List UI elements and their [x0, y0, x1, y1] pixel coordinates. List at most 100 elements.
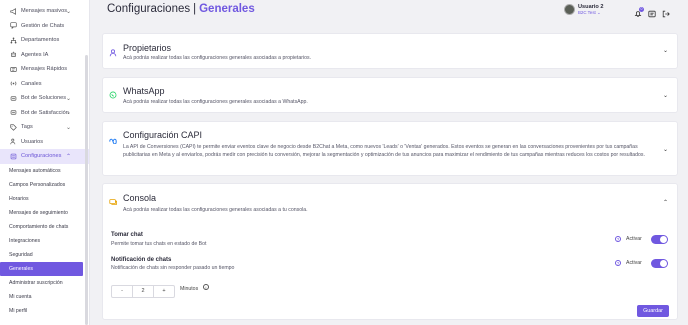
sidebar-item-label: Bot de Soluciones: [21, 95, 67, 102]
increment-button[interactable]: +: [154, 286, 174, 297]
sidebar-scrollbar[interactable]: [85, 55, 88, 325]
avatar: [564, 4, 575, 15]
robot-icon: [9, 51, 17, 59]
card-description: Acá podrás realizar todas las configurac…: [123, 99, 308, 105]
toggle-label: Activar: [626, 260, 642, 266]
card-consola: Consola Acá podrás realizar todas las co…: [102, 183, 678, 320]
setting-desc-notificacion: Notificación de chats sin responder pasa…: [111, 265, 235, 271]
bell-icon[interactable]: 0: [634, 7, 644, 18]
sidebar-subitem[interactable]: Seguridad: [0, 248, 89, 262]
header-icons: 0: [634, 5, 670, 23]
chevron-down-icon[interactable]: ⌄: [663, 47, 668, 54]
sidebar-item-bot-soluciones[interactable]: Bot de Soluciones ⌄: [0, 91, 89, 106]
page-title: Configuraciones | Generales: [107, 3, 255, 15]
user-org-label: B2C Test: [578, 10, 596, 15]
sidebar-subitem[interactable]: Mi cuenta: [0, 290, 89, 304]
help-icon[interactable]: ?: [615, 260, 621, 266]
setting-desc-tomar-chat: Permite tomar tus chats en estado de Bot: [111, 241, 207, 247]
sidebar-item-label: Agentes IA: [21, 51, 49, 58]
page-title-sub: Generales: [199, 3, 255, 15]
chevron-down-icon: ⌄: [65, 95, 71, 102]
console-icon: [109, 193, 117, 205]
help-icon[interactable]: ?: [615, 236, 621, 242]
sidebar-item-label: Canales: [21, 80, 42, 87]
chevron-up-icon: ⌃: [65, 153, 71, 160]
decrement-button[interactable]: -: [112, 286, 132, 297]
settings-icon: [9, 152, 17, 160]
card-propietarios[interactable]: Propietarios Acá podrás realizar todas l…: [102, 33, 678, 69]
sidebar-subitem[interactable]: Comportamiento de chats: [0, 220, 89, 234]
sidebar-subitem[interactable]: Administrar suscripción: [0, 276, 89, 290]
sidebar-subitem[interactable]: Mi perfil: [0, 304, 89, 318]
sidebar-item-label: Usuarios: [21, 138, 44, 145]
header: Configuraciones | Generales Usuario 2 B2C …: [90, 0, 688, 23]
megaphone-icon: [9, 7, 17, 15]
card-description: Acá podrás realizar todas las configurac…: [123, 55, 312, 61]
chevron-up-icon[interactable]: ⌃: [663, 199, 668, 206]
sidebar-subitem[interactable]: Mensajes de seguimiento: [0, 206, 89, 220]
card-whatsapp[interactable]: WhatsApp Acá podrás realizar todas las c…: [102, 77, 678, 113]
message-icon: [9, 65, 17, 73]
sidebar-item-agentes-ia[interactable]: Agentes IA: [0, 48, 89, 63]
inbox-icon[interactable]: [648, 5, 656, 23]
minutes-label: Minutos: [180, 286, 199, 292]
card-capi[interactable]: Configuración CAPI La API de Conversione…: [102, 121, 678, 176]
sidebar: Mensajes masivos ⌄ Gestión de Chats Depa…: [0, 0, 90, 325]
logout-icon[interactable]: [662, 5, 670, 23]
sidebar-item-mensajes-rapidos[interactable]: Mensajes Rápidos: [0, 62, 89, 77]
sidebar-subitem[interactable]: Mensajes automáticos: [0, 164, 89, 178]
setting-title-notificacion: Notificación de chats: [111, 257, 172, 263]
bot-icon: [9, 94, 17, 102]
sidebar-item-configuraciones[interactable]: Configuraciones ⌃: [0, 149, 89, 164]
sidebar-item-usuarios[interactable]: Usuarios: [0, 135, 89, 150]
chat-icon: [9, 22, 17, 30]
card-description: La API de Conversiones (CAPI) te permite…: [123, 144, 645, 158]
sidebar-item-canales[interactable]: Canales: [0, 77, 89, 92]
card-title: Consola: [123, 193, 157, 203]
sidebar-item-gestion-chats[interactable]: Gestión de Chats: [0, 19, 89, 34]
setting-title-tomar-chat: Tomar chat: [111, 232, 143, 238]
sidebar-item-label: Bot de Satisfacción: [21, 109, 69, 116]
bot-icon: [9, 109, 17, 117]
sidebar-item-label: Configuraciones: [21, 153, 62, 160]
sidebar-item-bot-satisfaccion[interactable]: Bot de Satisfacción ⌄: [0, 106, 89, 121]
minutes-stepper: - 2 +: [111, 285, 175, 298]
sidebar-item-mensajes-masivos[interactable]: Mensajes masivos ⌄: [0, 4, 89, 19]
info-icon[interactable]: i: [203, 284, 209, 290]
save-button[interactable]: Guardar: [637, 305, 669, 317]
toggle-tomar-chat[interactable]: [651, 235, 668, 244]
card-title: Configuración CAPI: [123, 130, 203, 140]
meta-icon: [109, 131, 117, 145]
user-icon: [109, 44, 117, 57]
broadcast-icon: [9, 80, 17, 88]
sidebar-item-label: Tags: [21, 124, 33, 131]
sidebar-item-label: Departamentos: [21, 37, 60, 44]
chevron-down-icon: ⌄: [65, 8, 71, 15]
card-description: Acá podrás realizar todas las configurac…: [123, 207, 308, 213]
sidebar-item-label: Gestión de Chats: [21, 22, 65, 29]
sidebar-subitem-generales[interactable]: Generales: [0, 262, 83, 277]
whatsapp-icon: [109, 86, 117, 99]
chevron-down-icon[interactable]: ⌄: [663, 146, 668, 153]
page-title-main: Configuraciones: [107, 3, 191, 15]
tag-icon: [9, 123, 17, 131]
sidebar-item-label: Mensajes masivos: [21, 8, 68, 15]
chevron-down-icon[interactable]: ⌄: [663, 92, 668, 99]
sidebar-item-departamentos[interactable]: Departamentos: [0, 33, 89, 48]
toggle-label: Activar: [626, 236, 642, 242]
user-menu[interactable]: Usuario 2 B2C Test ⌄: [564, 4, 604, 15]
sidebar-subitem[interactable]: Campos Personalizados: [0, 178, 89, 192]
users-icon: [9, 138, 17, 146]
toggle-notificacion[interactable]: [651, 259, 668, 268]
chevron-down-icon: ⌄: [65, 124, 71, 131]
chevron-down-icon: ⌄: [65, 110, 71, 117]
sidebar-subitem[interactable]: Integraciones: [0, 234, 89, 248]
sitemap-icon: [9, 36, 17, 44]
sidebar-item-tags[interactable]: Tags ⌄: [0, 120, 89, 135]
sidebar-item-label: Mensajes Rápidos: [21, 66, 68, 73]
minutes-value[interactable]: 2: [132, 286, 154, 297]
card-title: WhatsApp: [123, 86, 165, 96]
sidebar-subitem[interactable]: Horarios: [0, 192, 89, 206]
user-org: B2C Test ⌄: [578, 10, 601, 15]
card-title: Propietarios: [123, 43, 172, 53]
